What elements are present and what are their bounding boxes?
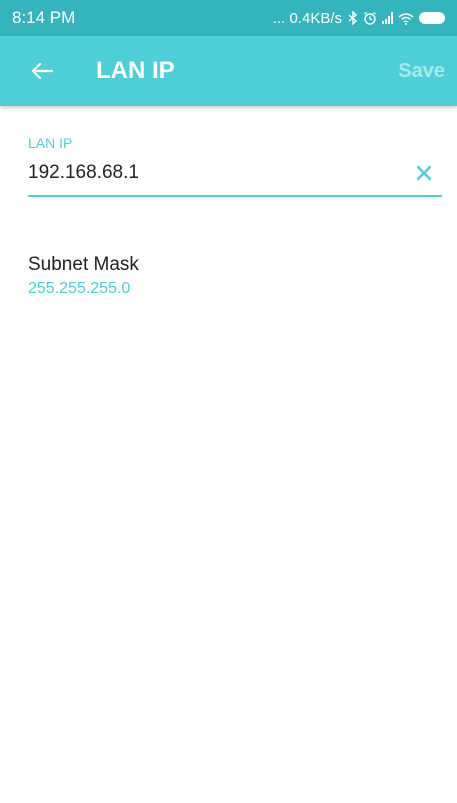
wifi-icon <box>398 12 414 25</box>
battery-icon <box>419 12 445 24</box>
subnet-mask-label: Subnet Mask <box>28 254 139 275</box>
lan-ip-input[interactable] <box>28 162 388 184</box>
save-button[interactable]: Save <box>398 60 445 83</box>
subnet-mask-section: Subnet Mask 255.255.255.0 <box>28 254 139 298</box>
signal-icon <box>382 12 393 24</box>
lan-ip-row <box>28 161 442 197</box>
close-icon <box>416 165 432 181</box>
arrow-left-icon <box>31 62 53 80</box>
network-speed: ... 0.4KB/s <box>272 9 342 27</box>
clear-button[interactable] <box>412 161 436 185</box>
toolbar: LAN IP Save <box>0 36 457 106</box>
status-icons <box>348 11 445 25</box>
status-right: ... 0.4KB/s <box>273 10 445 27</box>
page-title: LAN IP <box>96 57 175 84</box>
subnet-mask-value: 255.255.255.0 <box>28 280 131 297</box>
status-bar: 8:14 PM ... 0.4KB/s <box>0 0 457 36</box>
lan-ip-field: LAN IP <box>28 135 442 197</box>
alarm-icon <box>364 11 376 25</box>
back-button[interactable] <box>26 55 58 87</box>
lan-ip-label: LAN IP <box>28 135 73 151</box>
bluetooth-icon <box>348 11 358 25</box>
status-time: 8:14 PM <box>12 8 76 27</box>
